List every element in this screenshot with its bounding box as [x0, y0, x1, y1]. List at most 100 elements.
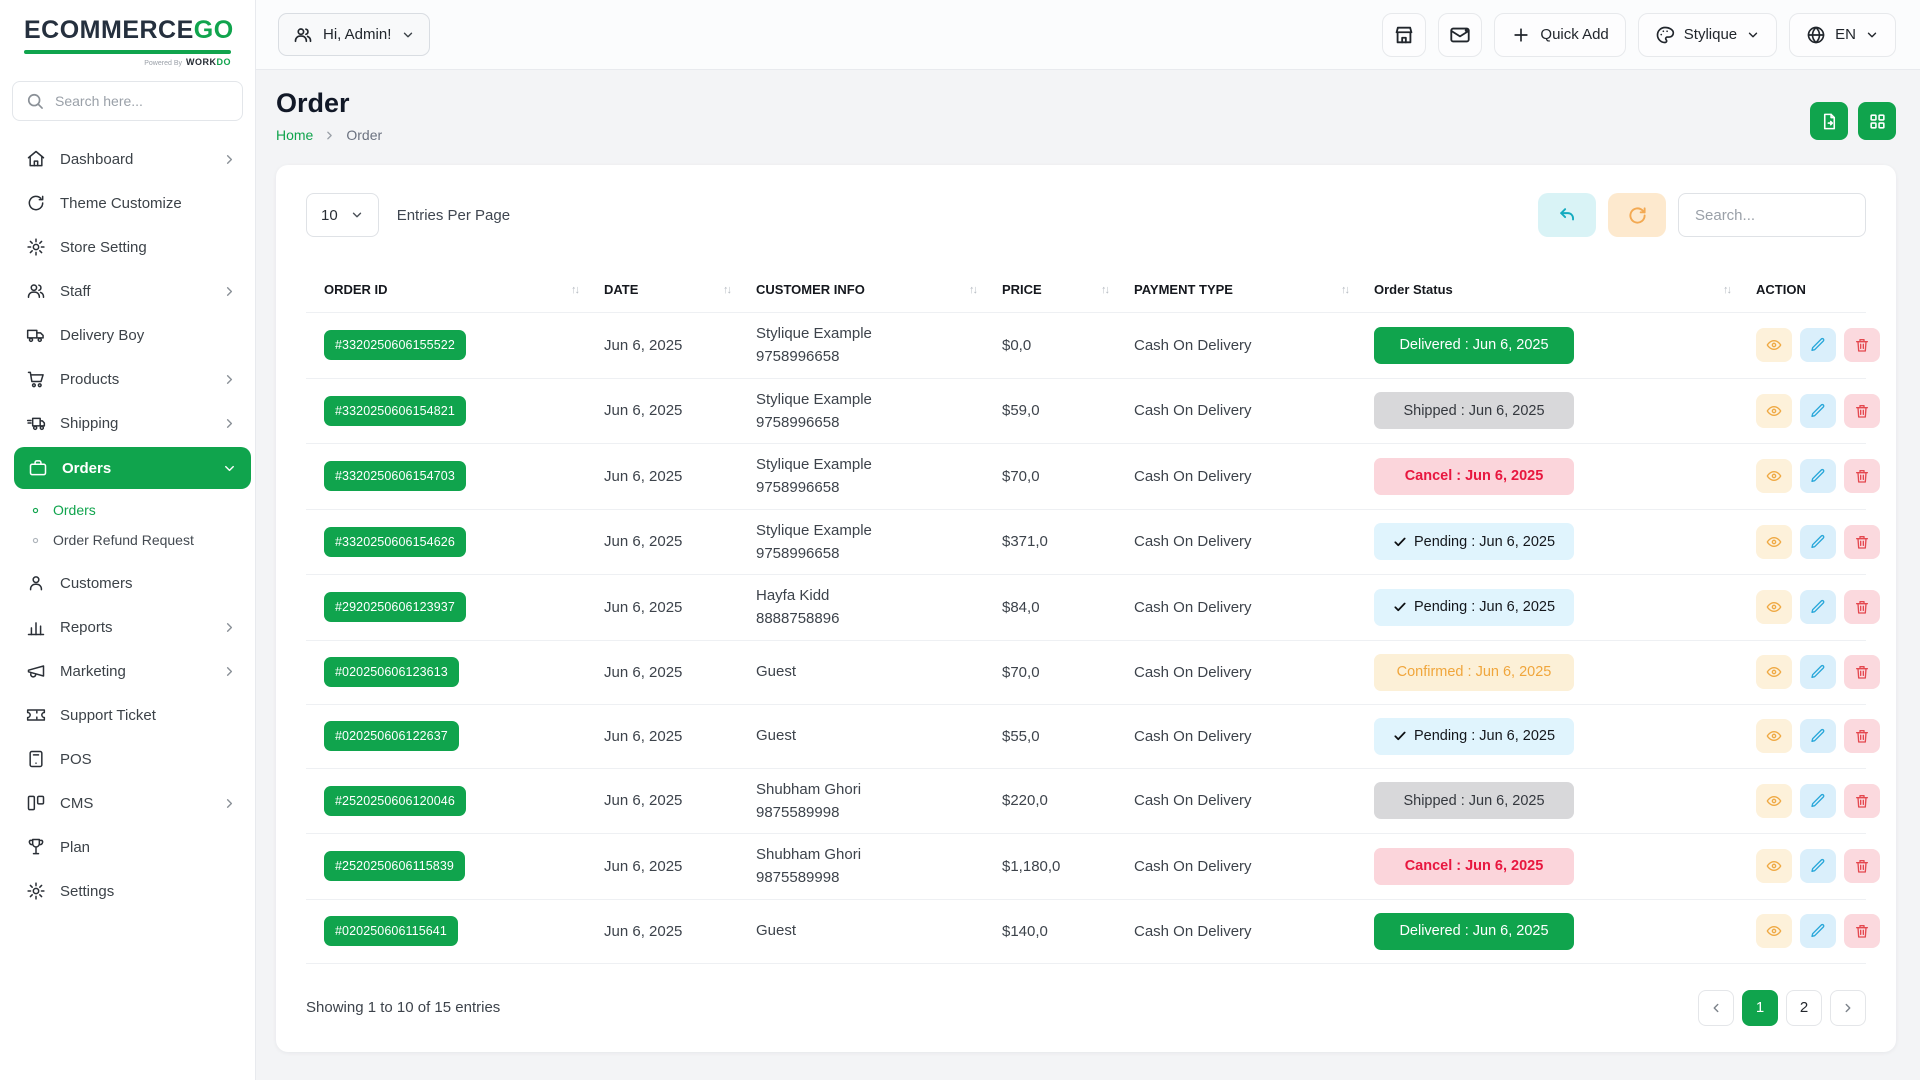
delete-order-button[interactable] [1844, 719, 1880, 753]
view-order-button[interactable] [1756, 394, 1792, 428]
sidebar-item-settings[interactable]: Settings [0, 869, 255, 913]
order-id-badge[interactable]: #3320250606155522 [324, 330, 466, 360]
order-id-badge[interactable]: #2920250606123937 [324, 592, 466, 622]
delete-order-button[interactable] [1844, 914, 1880, 948]
customer-info: Guest [744, 724, 990, 747]
store-switcher-button[interactable]: Stylique [1638, 13, 1777, 57]
sort-icon[interactable]: ↑↓ [1723, 284, 1730, 296]
sidebar-item-delivery-boy[interactable]: Delivery Boy [0, 313, 255, 357]
column-header-label: ACTION [1756, 282, 1806, 297]
breadcrumb-home-link[interactable]: Home [276, 127, 313, 143]
column-header-customer-info[interactable]: CUSTOMER INFO↑↓ [744, 267, 990, 312]
sidebar-item-theme-customize[interactable]: Theme Customize [0, 181, 255, 225]
sidebar-nav: DashboardTheme CustomizeStore SettingSta… [0, 127, 255, 929]
reset-filter-button[interactable] [1538, 193, 1596, 237]
entries-per-page-select[interactable]: 10 [306, 193, 379, 237]
edit-order-button[interactable] [1800, 590, 1836, 624]
order-id-badge[interactable]: #3320250606154626 [324, 527, 466, 557]
admin-menu-button[interactable]: Hi, Admin! [278, 13, 430, 56]
sidebar-item-marketing[interactable]: Marketing [0, 649, 255, 693]
order-id-badge[interactable]: #020250606115641 [324, 916, 458, 946]
delete-order-button[interactable] [1844, 849, 1880, 883]
sidebar-search-input[interactable] [55, 93, 230, 109]
sidebar-item-reports[interactable]: Reports [0, 605, 255, 649]
storefront-button[interactable] [1382, 13, 1426, 57]
view-order-button[interactable] [1756, 525, 1792, 559]
customer-phone: 9875589998 [756, 866, 976, 889]
export-button[interactable] [1810, 102, 1848, 140]
edit-order-button[interactable] [1800, 328, 1836, 362]
column-header-payment-type[interactable]: PAYMENT TYPE↑↓ [1122, 267, 1362, 312]
sort-icon[interactable]: ↑↓ [723, 284, 730, 296]
sidebar-item-store-setting[interactable]: Store Setting [0, 225, 255, 269]
sidebar-item-staff[interactable]: Staff [0, 269, 255, 313]
view-order-button[interactable] [1756, 590, 1792, 624]
quick-add-button[interactable]: Quick Add [1494, 13, 1625, 57]
delete-order-button[interactable] [1844, 394, 1880, 428]
customer-name: Guest [756, 660, 976, 683]
delete-order-button[interactable] [1844, 655, 1880, 689]
column-header-price[interactable]: PRICE↑↓ [990, 267, 1122, 312]
sidebar-subitem-orders[interactable]: Orders [0, 495, 255, 525]
refresh-button[interactable] [1608, 193, 1666, 237]
pagination-prev-button[interactable] [1698, 990, 1734, 1026]
view-order-button[interactable] [1756, 655, 1792, 689]
edit-order-button[interactable] [1800, 784, 1836, 818]
view-order-button[interactable] [1756, 849, 1792, 883]
pencil-icon [1810, 403, 1826, 419]
sidebar-item-customers[interactable]: Customers [0, 561, 255, 605]
chevron-right-icon [323, 129, 336, 142]
column-header-date[interactable]: DATE↑↓ [592, 267, 744, 312]
pagination-page-button[interactable]: 2 [1786, 990, 1822, 1026]
order-id-badge[interactable]: #3320250606154821 [324, 396, 466, 426]
sort-icon[interactable]: ↑↓ [571, 284, 578, 296]
view-order-button[interactable] [1756, 328, 1792, 362]
delete-order-button[interactable] [1844, 784, 1880, 818]
table-search-input[interactable] [1678, 193, 1866, 237]
customer-phone: 9758996658 [756, 345, 976, 368]
edit-order-button[interactable] [1800, 849, 1836, 883]
pagination-page-button[interactable]: 1 [1742, 990, 1778, 1026]
sidebar-item-products[interactable]: Products [0, 357, 255, 401]
customer-info: Shubham Ghori9875589998 [744, 843, 990, 890]
sidebar-item-support-ticket[interactable]: Support Ticket [0, 693, 255, 737]
view-order-button[interactable] [1756, 719, 1792, 753]
sidebar-item-plan[interactable]: Plan [0, 825, 255, 869]
mail-button[interactable] [1438, 13, 1482, 57]
view-order-button[interactable] [1756, 914, 1792, 948]
view-order-button[interactable] [1756, 784, 1792, 818]
delete-order-button[interactable] [1844, 328, 1880, 362]
order-id-badge[interactable]: #020250606122637 [324, 721, 459, 751]
sidebar-item-dashboard[interactable]: Dashboard [0, 137, 255, 181]
sidebar-item-orders[interactable]: Orders [14, 447, 251, 489]
sort-icon[interactable]: ↑↓ [969, 284, 976, 296]
chevron-right-icon [222, 152, 237, 167]
grid-view-button[interactable] [1858, 102, 1896, 140]
trash-icon [1854, 534, 1870, 550]
order-id-badge[interactable]: #2520250606115839 [324, 851, 465, 881]
edit-order-button[interactable] [1800, 459, 1836, 493]
column-header-order-id[interactable]: ORDER ID↑↓ [306, 267, 592, 312]
delete-order-button[interactable] [1844, 590, 1880, 624]
edit-order-button[interactable] [1800, 525, 1836, 559]
file-export-icon [1820, 112, 1839, 131]
order-id-badge[interactable]: #2520250606120046 [324, 786, 466, 816]
view-order-button[interactable] [1756, 459, 1792, 493]
sidebar-item-pos[interactable]: POS [0, 737, 255, 781]
column-header-order-status[interactable]: Order Status↑↓ [1362, 267, 1744, 312]
edit-order-button[interactable] [1800, 655, 1836, 689]
sort-icon[interactable]: ↑↓ [1341, 284, 1348, 296]
order-id-badge[interactable]: #020250606123613 [324, 657, 459, 687]
language-switcher-button[interactable]: EN [1789, 13, 1896, 57]
edit-order-button[interactable] [1800, 394, 1836, 428]
sidebar-subitem-order-refund-request[interactable]: Order Refund Request [0, 525, 255, 555]
sidebar-item-cms[interactable]: CMS [0, 781, 255, 825]
edit-order-button[interactable] [1800, 914, 1836, 948]
edit-order-button[interactable] [1800, 719, 1836, 753]
sort-icon[interactable]: ↑↓ [1101, 284, 1108, 296]
pagination-next-button[interactable] [1830, 990, 1866, 1026]
delete-order-button[interactable] [1844, 459, 1880, 493]
order-id-badge[interactable]: #3320250606154703 [324, 461, 466, 491]
sidebar-item-shipping[interactable]: Shipping [0, 401, 255, 445]
delete-order-button[interactable] [1844, 525, 1880, 559]
